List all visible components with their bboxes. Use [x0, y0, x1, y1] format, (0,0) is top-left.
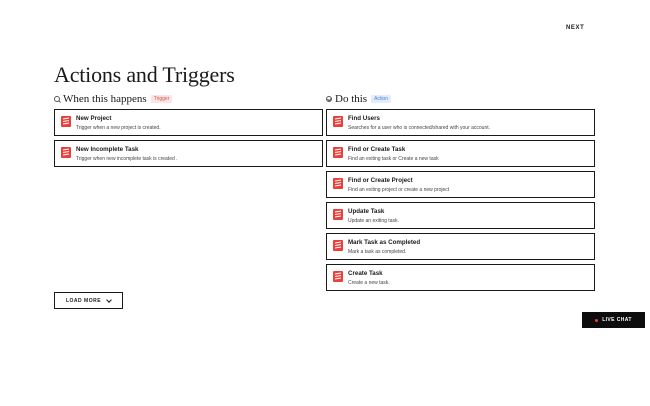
card-description: Mark a task as completed. [348, 249, 407, 255]
action-card-find-users[interactable]: Find Users Searches for a user who is co… [326, 109, 595, 136]
action-card-mark-task-completed[interactable]: Mark Task as Completed Mark a task as co… [326, 233, 595, 260]
card-description: Find an exiting project or create a new … [348, 187, 450, 193]
app-logo-icon [333, 240, 343, 251]
triggers-heading: When this happens [63, 93, 147, 105]
triggers-header: When this happens Trigger [54, 93, 324, 105]
actions-column: Do this Action Find Users Searches for a… [326, 93, 596, 295]
card-description: Update an exiting task. [348, 218, 399, 224]
action-card-find-or-create-task[interactable]: Find or Create Task Find an exiting task… [326, 140, 595, 167]
card-title: New Incomplete Task [76, 146, 139, 153]
app-logo-icon [61, 147, 71, 158]
live-chat-button[interactable]: LIVE CHAT [582, 312, 645, 328]
app-logo-icon [333, 116, 343, 127]
card-title: New Project [76, 115, 112, 122]
load-more-label: LOAD MORE [65, 297, 102, 304]
card-description: Find an exiting task or Create a new tas… [348, 156, 439, 162]
trigger-card-new-project[interactable]: New Project Trigger when a new project i… [54, 109, 323, 136]
trigger-card-new-incomplete-task[interactable]: New Incomplete Task Trigger when new inc… [54, 140, 323, 167]
app-logo-icon [61, 116, 71, 127]
actions-heading: Do this [335, 93, 368, 105]
action-card-create-task[interactable]: Create Task Create a new task. [326, 264, 595, 291]
triggers-column: When this happens Trigger New Project Tr… [54, 93, 324, 171]
action-card-update-task[interactable]: Update Task Update an exiting task. [326, 202, 595, 229]
check-circle-icon [326, 96, 332, 102]
trigger-badge: Trigger [150, 95, 173, 103]
app-logo-icon [333, 209, 343, 220]
magnifier-icon [54, 96, 60, 102]
load-more-button[interactable]: LOAD MORE [54, 292, 123, 309]
chevron-down-icon [106, 296, 112, 303]
card-description: Create a new task. [348, 280, 390, 286]
app-logo-icon [333, 178, 343, 189]
card-title: Update Task [348, 208, 385, 215]
next-link[interactable]: NEXT [566, 25, 584, 31]
app-logo-icon [333, 271, 343, 282]
card-title: Find Users [348, 115, 380, 122]
page-title: Actions and Triggers [54, 62, 235, 87]
card-title: Find or Create Project [348, 177, 413, 184]
card-description: Searches for a user who is connected/sha… [348, 125, 491, 131]
action-badge: Action [371, 95, 391, 103]
card-title: Create Task [348, 270, 383, 277]
card-title: Find or Create Task [348, 146, 406, 153]
card-title: Mark Task as Completed [348, 239, 421, 246]
status-dot-icon [595, 318, 599, 322]
card-description: Trigger when a new project is created. [76, 125, 161, 131]
actions-header: Do this Action [326, 93, 596, 105]
page: NEXT Actions and Triggers When this happ… [0, 0, 650, 406]
card-description: Trigger when new incomplete task is crea… [76, 156, 178, 162]
action-card-find-or-create-project[interactable]: Find or Create Project Find an exiting p… [326, 171, 595, 198]
app-logo-icon [333, 147, 343, 158]
live-chat-label: LIVE CHAT [602, 317, 632, 323]
